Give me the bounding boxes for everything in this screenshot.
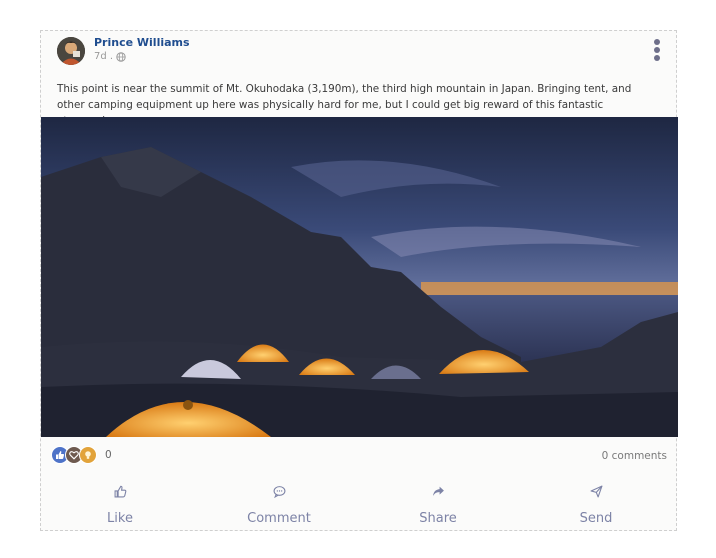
- author-name[interactable]: Prince Williams: [94, 36, 190, 49]
- action-bar: Like Comment Share Send: [41, 483, 678, 529]
- reaction-count: 0: [105, 449, 112, 461]
- post-time: 7d .: [94, 51, 114, 62]
- share-label: Share: [419, 511, 457, 526]
- globe-icon: [116, 51, 126, 62]
- thumbs-up-icon: [70, 483, 170, 499]
- more-options-icon[interactable]: [652, 39, 662, 61]
- comment-icon: [229, 483, 329, 499]
- reactions-bar: 0: [51, 445, 112, 465]
- comments-count-link[interactable]: 0 comments: [602, 450, 667, 462]
- share-icon: [388, 483, 488, 499]
- lightbulb-icon[interactable]: [79, 446, 97, 464]
- post-card: Prince Williams 7d . This point is near …: [40, 30, 678, 531]
- share-button[interactable]: Share: [388, 483, 488, 529]
- avatar[interactable]: [57, 37, 85, 65]
- post-image[interactable]: [41, 117, 678, 437]
- comment-label: Comment: [247, 511, 311, 526]
- like-button[interactable]: Like: [70, 483, 170, 529]
- comment-button[interactable]: Comment: [229, 483, 329, 529]
- send-label: Send: [579, 511, 613, 526]
- like-label: Like: [107, 511, 133, 526]
- send-button[interactable]: Send: [546, 483, 646, 529]
- post-meta: 7d .: [94, 51, 126, 62]
- send-icon: [546, 483, 646, 499]
